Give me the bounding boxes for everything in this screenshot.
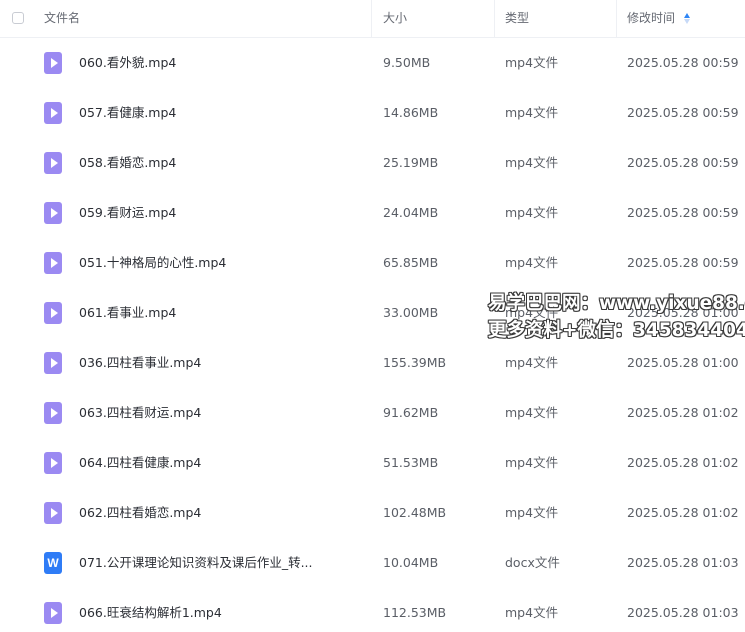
file-row[interactable]: 061.看事业.mp4 33.00MB mp4文件 2025.05.28 01:00 [0, 288, 745, 338]
column-header-row: 文件名 大小 类型 修改时间 [0, 0, 745, 38]
file-size: 10.04MB [383, 555, 439, 570]
file-modified-time: 2025.05.28 01:02 [627, 405, 739, 420]
video-file-icon [44, 452, 62, 474]
file-row[interactable]: 058.看婚恋.mp4 25.19MB mp4文件 2025.05.28 00:59 [0, 138, 745, 188]
file-row[interactable]: 059.看财运.mp4 24.04MB mp4文件 2025.05.28 00:59 [0, 188, 745, 238]
video-file-icon [44, 102, 62, 124]
word-file-icon: W [44, 552, 62, 574]
file-modified-time: 2025.05.28 00:59 [627, 255, 739, 270]
file-size: 112.53MB [383, 605, 447, 620]
file-row[interactable]: W 071.公开课理论知识资料及课后作业_转... 10.04MB docx文件 202… [0, 538, 745, 588]
file-name[interactable]: 058.看婚恋.mp4 [79, 138, 176, 188]
file-name[interactable]: 071.公开课理论知识资料及课后作业_转... [79, 538, 313, 588]
file-name[interactable]: 062.四柱看婚恋.mp4 [79, 488, 201, 538]
file-modified-time: 2025.05.28 01:03 [627, 605, 739, 620]
file-name[interactable]: 064.四柱看健康.mp4 [79, 438, 201, 488]
file-row[interactable]: 036.四柱看事业.mp4 155.39MB mp4文件 2025.05.28 01:… [0, 338, 745, 388]
file-type: mp4文件 [505, 305, 559, 320]
file-size: 155.39MB [383, 355, 447, 370]
video-file-icon [44, 602, 62, 624]
file-modified-time: 2025.05.28 00:59 [627, 205, 739, 220]
column-header-modified-label: 修改时间 [627, 11, 676, 25]
file-row[interactable]: 062.四柱看婚恋.mp4 102.48MB mp4文件 2025.05.28 01:… [0, 488, 745, 538]
video-file-icon [44, 202, 62, 224]
file-type: docx文件 [505, 555, 560, 570]
video-file-icon [44, 252, 62, 274]
file-size: 14.86MB [383, 105, 439, 120]
video-file-icon [44, 502, 62, 524]
file-modified-time: 2025.05.28 01:02 [627, 505, 739, 520]
video-file-icon [44, 52, 62, 74]
column-header-name[interactable]: 文件名 [44, 0, 80, 37]
file-row[interactable]: 064.四柱看健康.mp4 51.53MB mp4文件 2025.05.28 01:0… [0, 438, 745, 488]
file-list: 文件名 大小 类型 修改时间 060.看外貌.mp4 9.50MB mp4文件 202… [0, 0, 745, 632]
file-row[interactable]: 066.旺衰结构解析1.mp4 112.53MB mp4文件 2025.05.28 0… [0, 588, 745, 632]
file-size: 65.85MB [383, 255, 439, 270]
file-type: mp4文件 [505, 205, 559, 220]
file-name[interactable]: 059.看财运.mp4 [79, 188, 176, 238]
file-type: mp4文件 [505, 255, 559, 270]
file-type: mp4文件 [505, 155, 559, 170]
file-type: mp4文件 [505, 405, 559, 420]
file-modified-time: 2025.05.28 00:59 [627, 155, 739, 170]
column-header-modified[interactable]: 修改时间 [627, 0, 691, 37]
file-modified-time: 2025.05.28 01:00 [627, 305, 739, 320]
file-size: 91.62MB [383, 405, 439, 420]
column-divider[interactable] [371, 0, 372, 37]
file-row[interactable]: 057.看健康.mp4 14.86MB mp4文件 2025.05.28 00:59 [0, 88, 745, 138]
file-size: 9.50MB [383, 55, 431, 70]
file-size: 24.04MB [383, 205, 439, 220]
file-name[interactable]: 061.看事业.mp4 [79, 288, 176, 338]
file-name[interactable]: 057.看健康.mp4 [79, 88, 176, 138]
video-file-icon [44, 352, 62, 374]
file-type: mp4文件 [505, 455, 559, 470]
file-type: mp4文件 [505, 105, 559, 120]
column-divider[interactable] [494, 0, 495, 37]
file-name[interactable]: 036.四柱看事业.mp4 [79, 338, 201, 388]
file-modified-time: 2025.05.28 01:00 [627, 355, 739, 370]
file-type: mp4文件 [505, 355, 559, 370]
file-size: 51.53MB [383, 455, 439, 470]
file-name[interactable]: 066.旺衰结构解析1.mp4 [79, 588, 222, 632]
file-size: 102.48MB [383, 505, 447, 520]
column-divider[interactable] [616, 0, 617, 37]
select-all-checkbox[interactable] [12, 12, 24, 24]
video-file-icon [44, 152, 62, 174]
video-file-icon [44, 402, 62, 424]
file-name[interactable]: 063.四柱看财运.mp4 [79, 388, 201, 438]
file-name[interactable]: 051.十神格局的心性.mp4 [79, 238, 226, 288]
file-size: 25.19MB [383, 155, 439, 170]
file-size: 33.00MB [383, 305, 439, 320]
sort-ascending-icon[interactable] [683, 13, 691, 24]
column-header-size[interactable]: 大小 [383, 0, 407, 37]
file-row[interactable]: 051.十神格局的心性.mp4 65.85MB mp4文件 2025.05.28 00… [0, 238, 745, 288]
file-type: mp4文件 [505, 55, 559, 70]
file-modified-time: 2025.05.28 01:02 [627, 455, 739, 470]
file-row[interactable]: 063.四柱看财运.mp4 91.62MB mp4文件 2025.05.28 01:0… [0, 388, 745, 438]
file-modified-time: 2025.05.28 00:59 [627, 105, 739, 120]
file-rows: 060.看外貌.mp4 9.50MB mp4文件 2025.05.28 00:59 05… [0, 38, 745, 632]
file-type: mp4文件 [505, 605, 559, 620]
file-type: mp4文件 [505, 505, 559, 520]
file-name[interactable]: 060.看外貌.mp4 [79, 38, 176, 88]
file-modified-time: 2025.05.28 00:59 [627, 55, 739, 70]
file-row[interactable]: 060.看外貌.mp4 9.50MB mp4文件 2025.05.28 00:59 [0, 38, 745, 88]
column-header-type[interactable]: 类型 [505, 0, 529, 37]
file-modified-time: 2025.05.28 01:03 [627, 555, 739, 570]
video-file-icon [44, 302, 62, 324]
